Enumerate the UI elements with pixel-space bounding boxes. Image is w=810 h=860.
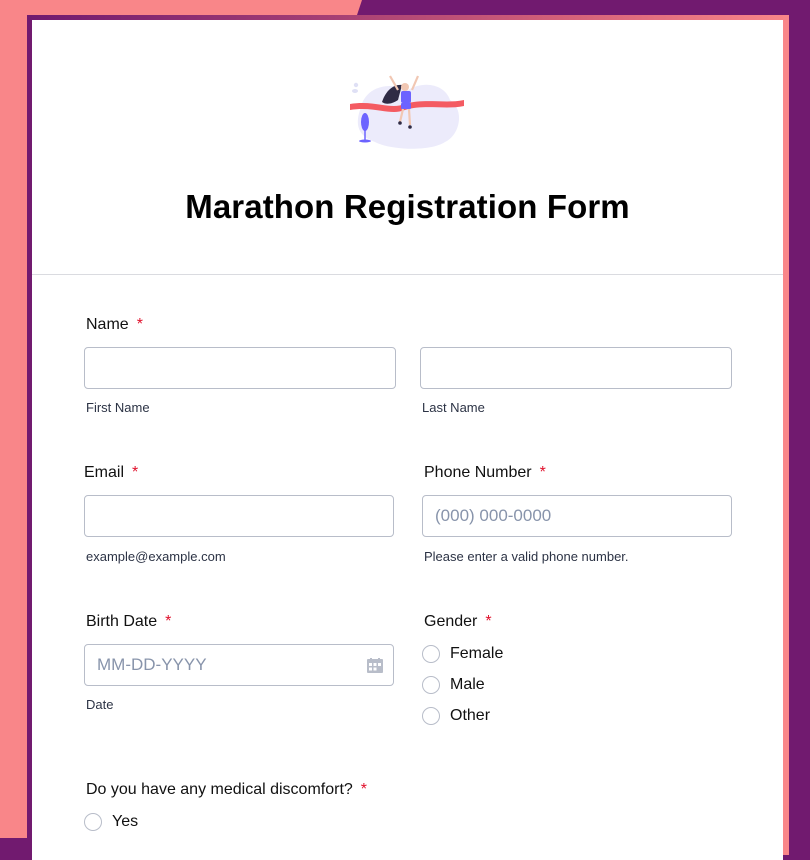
gender-label-text: Gender bbox=[424, 613, 478, 630]
medical-label: Do you have any medical discomfort? * bbox=[86, 781, 367, 799]
required-asterisk: * bbox=[132, 464, 139, 481]
gender-option-female[interactable]: Female bbox=[422, 645, 503, 663]
last-name-sublabel: Last Name bbox=[422, 400, 485, 415]
required-asterisk: * bbox=[539, 464, 546, 481]
first-name-input[interactable] bbox=[84, 347, 396, 389]
email-label-text: Email bbox=[84, 464, 125, 481]
form-card-border: Marathon Registration Form Name * First N… bbox=[27, 15, 789, 860]
birth-date-sublabel: Date bbox=[86, 697, 114, 712]
phone-sublabel: Please enter a valid phone number. bbox=[424, 549, 629, 564]
required-asterisk: * bbox=[165, 613, 172, 630]
phone-input[interactable]: (000) 000-0000 bbox=[422, 495, 732, 537]
email-input[interactable] bbox=[84, 495, 394, 537]
medical-label-text: Do you have any medical discomfort? bbox=[86, 781, 353, 798]
required-asterisk: * bbox=[485, 613, 492, 630]
name-label: Name * bbox=[86, 316, 143, 334]
birth-date-input[interactable]: MM-DD-YYYY bbox=[84, 644, 394, 686]
gender-label: Gender * bbox=[424, 613, 492, 631]
option-label: Yes bbox=[112, 813, 139, 830]
phone-label-text: Phone Number bbox=[424, 464, 532, 481]
radio-button[interactable] bbox=[84, 813, 102, 831]
gender-option-other[interactable]: Other bbox=[422, 707, 490, 725]
form-title: Marathon Registration Form bbox=[185, 188, 630, 225]
phone-label: Phone Number * bbox=[424, 464, 546, 482]
option-label: Male bbox=[450, 676, 485, 693]
calendar-icon[interactable] bbox=[367, 658, 383, 673]
first-name-sublabel: First Name bbox=[86, 400, 150, 415]
radio-button[interactable] bbox=[422, 676, 440, 694]
required-asterisk: * bbox=[136, 316, 143, 333]
birth-date-label: Birth Date * bbox=[86, 613, 171, 631]
header-divider bbox=[32, 274, 783, 275]
email-sublabel: example@example.com bbox=[86, 549, 226, 564]
form-card: Marathon Registration Form Name * First N… bbox=[32, 20, 783, 860]
card-right-border bbox=[783, 15, 789, 855]
option-label: Other bbox=[450, 707, 491, 724]
name-label-text: Name bbox=[86, 316, 129, 333]
runner-illustration bbox=[350, 75, 464, 149]
required-asterisk: * bbox=[360, 781, 368, 798]
radio-button[interactable] bbox=[422, 707, 440, 725]
gender-option-male[interactable]: Male bbox=[422, 676, 485, 694]
medical-option-yes[interactable]: Yes bbox=[84, 813, 138, 831]
birth-date-label-text: Birth Date bbox=[86, 613, 158, 630]
option-label: Female bbox=[450, 645, 504, 662]
birth-date-placeholder: MM-DD-YYYY bbox=[97, 655, 207, 674]
last-name-input[interactable] bbox=[420, 347, 732, 389]
radio-button[interactable] bbox=[422, 645, 440, 663]
email-label: Email * bbox=[84, 464, 138, 482]
